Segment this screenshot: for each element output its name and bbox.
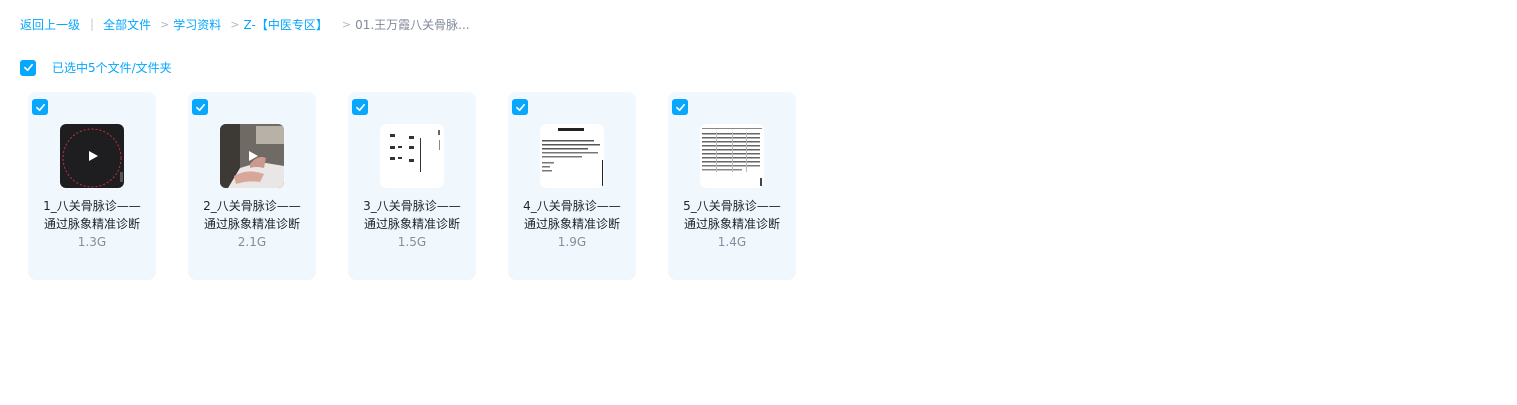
file-name: 5_八关骨脉诊—— 通过脉象精准诊断 xyxy=(674,197,790,233)
select-all-checkbox[interactable] xyxy=(20,59,36,76)
back-link[interactable]: 返回上一级 xyxy=(20,16,80,33)
file-name-line: 通过脉象精准诊断 xyxy=(203,217,300,231)
file-size: 2.1G xyxy=(237,235,267,249)
file-size: 1.9G xyxy=(557,235,587,249)
chevron-right-icon: > xyxy=(341,17,352,31)
file-card[interactable]: 2_八关骨脉诊—— 通过脉象精准诊断 2.1G xyxy=(188,92,316,280)
video-photo-icon xyxy=(220,124,284,188)
checkmark-icon xyxy=(195,103,205,111)
chevron-right-icon: > xyxy=(160,17,170,31)
breadcrumb-item-tcm[interactable]: Z-【中医专区】 xyxy=(244,16,328,33)
file-size: 1.4G xyxy=(717,235,747,249)
file-checkbox[interactable] xyxy=(512,99,528,115)
file-name: 4_八关骨脉诊—— 通过脉象精准诊断 xyxy=(514,197,630,233)
table-page-icon xyxy=(700,124,764,188)
file-name-line: 3_八关骨脉诊—— xyxy=(363,199,461,213)
checkmark-icon xyxy=(23,63,33,72)
file-card[interactable]: 1_八关骨脉诊—— 通过脉象精准诊断 1.3G xyxy=(28,92,156,280)
file-name-line: 1_八关骨脉诊—— xyxy=(43,199,141,213)
video-dark-icon xyxy=(60,124,124,188)
file-name-line: 4_八关骨脉诊—— xyxy=(523,199,621,213)
select-all-row: 已选中5个文件/文件夹 xyxy=(20,59,172,76)
document-page-icon xyxy=(540,124,604,188)
file-name-line: 通过脉象精准诊断 xyxy=(683,217,780,231)
file-name-line: 2_八关骨脉诊—— xyxy=(203,199,301,213)
file-name-line: 5_八关骨脉诊—— xyxy=(683,199,781,213)
file-grid: 1_八关骨脉诊—— 通过脉象精准诊断 1.3G 2_八关骨脉诊—— 通过脉象精准… xyxy=(28,92,828,280)
breadcrumb-item-all-files[interactable]: 全部文件 xyxy=(103,16,151,33)
checkmark-icon xyxy=(675,103,685,111)
breadcrumb-current: 01.王万霞八关骨脉... xyxy=(355,17,470,32)
file-card[interactable]: 4_八关骨脉诊—— 通过脉象精准诊断 1.9G xyxy=(508,92,636,280)
checkmark-icon xyxy=(515,103,525,111)
file-name: 2_八关骨脉诊—— 通过脉象精准诊断 xyxy=(194,197,310,233)
file-name: 3_八关骨脉诊—— 通过脉象精准诊断 xyxy=(354,197,470,233)
breadcrumb-item-study[interactable]: 学习资料 xyxy=(173,16,221,33)
file-name: 1_八关骨脉诊—— 通过脉象精准诊断 xyxy=(34,197,150,233)
file-checkbox[interactable] xyxy=(672,99,688,115)
document-page-icon xyxy=(380,124,444,188)
file-checkbox[interactable] xyxy=(192,99,208,115)
file-checkbox[interactable] xyxy=(32,99,48,115)
play-icon xyxy=(249,151,258,161)
file-size: 1.3G xyxy=(77,235,107,249)
checkmark-icon xyxy=(35,103,45,111)
file-name-line: 通过脉象精准诊断 xyxy=(43,217,140,231)
play-icon xyxy=(89,151,98,161)
chevron-right-icon: > xyxy=(230,17,240,31)
file-name-line: 通过脉象精准诊断 xyxy=(523,217,620,231)
breadcrumb: 返回上一级 | 全部文件 > 学习资料 > Z-【中医专区】 > 01.王万霞八… xyxy=(20,15,470,33)
file-name-line: 通过脉象精准诊断 xyxy=(363,217,460,231)
file-card[interactable]: 5_八关骨脉诊—— 通过脉象精准诊断 1.4G xyxy=(668,92,796,280)
file-checkbox[interactable] xyxy=(352,99,368,115)
checkmark-icon xyxy=(355,103,365,111)
file-size: 1.5G xyxy=(397,235,427,249)
breadcrumb-divider: | xyxy=(90,17,95,31)
selection-count: 已选中5个文件/文件夹 xyxy=(52,61,172,75)
file-card[interactable]: 3_八关骨脉诊—— 通过脉象精准诊断 1.5G xyxy=(348,92,476,280)
